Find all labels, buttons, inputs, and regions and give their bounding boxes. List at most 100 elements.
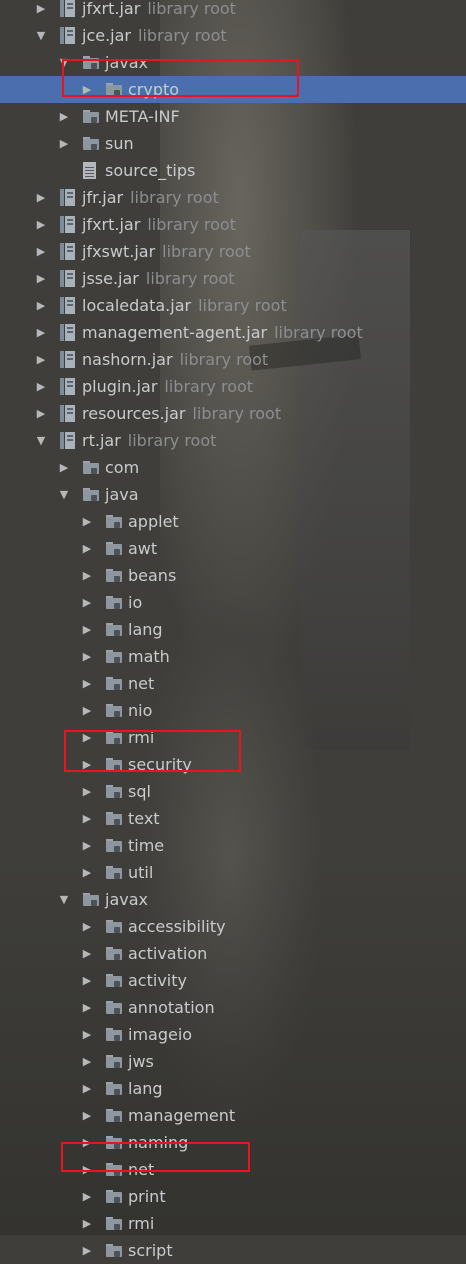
tree-row-jar-management-agent[interactable]: ▶ management-agent.jar library root [0,319,466,346]
node-name: applet [128,512,179,531]
expand-arrow-right-icon[interactable]: ▶ [35,373,47,400]
expand-arrow-right-icon[interactable]: ▶ [81,1021,93,1048]
package-folder-icon [83,460,100,475]
tree-row-file-source-tips[interactable]: source_tips [0,157,466,184]
expand-arrow-right-icon[interactable]: ▶ [35,238,47,265]
tree-row-pkg-activity[interactable]: ▶ activity [0,967,466,994]
expand-arrow-right-icon[interactable]: ▶ [81,697,93,724]
node-name: rmi [128,1214,155,1233]
expand-arrow-right-icon[interactable]: ▶ [81,1102,93,1129]
tree-row-jar-jsse[interactable]: ▶ jsse.jar library root [0,265,466,292]
library-root-suffix: library root [127,431,217,450]
expand-arrow-right-icon[interactable]: ▶ [35,292,47,319]
tree-row-label: print [128,1183,166,1210]
expand-arrow-right-icon[interactable]: ▶ [81,616,93,643]
tree-row-jar-jfxrt[interactable]: ▶ jfxrt.jar library root [0,211,466,238]
tree-row-pkg-net[interactable]: ▶ net [0,670,466,697]
tree-row-pkg-sql[interactable]: ▶ sql [0,778,466,805]
tree-row-pkg-imageio[interactable]: ▶ imageio [0,1021,466,1048]
expand-arrow-down-icon[interactable]: ▼ [58,481,70,508]
expand-arrow-right-icon[interactable]: ▶ [35,211,47,238]
tree-row-pkg-text[interactable]: ▶ text [0,805,466,832]
tree-row-pkg-util[interactable]: ▶ util [0,859,466,886]
expand-arrow-right-icon[interactable]: ▶ [81,508,93,535]
expand-arrow-right-icon[interactable]: ▶ [35,0,47,22]
tree-row-jar-jfxswt[interactable]: ▶ jfxswt.jar library root [0,238,466,265]
tree-row-label: util [128,859,153,886]
expand-arrow-right-icon[interactable]: ▶ [81,589,93,616]
tree-row-pkg-accessibility[interactable]: ▶ accessibility [0,913,466,940]
tree-row-pkg-javax-rmi[interactable]: ▶ rmi [0,1210,466,1237]
tree-row-pkg-io[interactable]: ▶ io [0,589,466,616]
expand-arrow-right-icon[interactable]: ▶ [35,400,47,427]
expand-arrow-right-icon[interactable]: ▶ [81,562,93,589]
jar-archive-icon [60,378,75,395]
tree-row-jar-rt[interactable]: ▼ rt.jar library root [0,427,466,454]
tree-row-pkg-annotation[interactable]: ▶ annotation [0,994,466,1021]
tree-row-pkg-print[interactable]: ▶ print [0,1183,466,1210]
expand-arrow-right-icon[interactable]: ▶ [58,103,70,130]
expand-arrow-right-icon[interactable]: ▶ [35,184,47,211]
expand-arrow-right-icon[interactable]: ▶ [81,778,93,805]
expand-arrow-right-icon[interactable]: ▶ [81,670,93,697]
expand-arrow-right-icon[interactable]: ▶ [58,130,70,157]
tree-row-pkg-javax-lang[interactable]: ▶ lang [0,1075,466,1102]
tree-row-pkg-nio[interactable]: ▶ nio [0,697,466,724]
expand-arrow-right-icon[interactable]: ▶ [81,1048,93,1075]
tree-row-label: math [128,643,170,670]
tree-row-pkg-com[interactable]: ▶ com [0,454,466,481]
tree-row-pkg-java[interactable]: ▼ java [0,481,466,508]
expand-arrow-right-icon[interactable]: ▶ [81,1210,93,1237]
tree-row-pkg-applet[interactable]: ▶ applet [0,508,466,535]
expand-arrow-right-icon[interactable]: ▶ [35,346,47,373]
tree-row-pkg-management[interactable]: ▶ management [0,1102,466,1129]
tree-row-pkg-time[interactable]: ▶ time [0,832,466,859]
expand-arrow-right-icon[interactable]: ▶ [58,454,70,481]
tree-row-pkg-sun[interactable]: ▶ sun [0,130,466,157]
tree-row-jar-resources[interactable]: ▶ resources.jar library root [0,400,466,427]
tree-row-pkg-awt[interactable]: ▶ awt [0,535,466,562]
expand-arrow-right-icon[interactable]: ▶ [81,967,93,994]
expand-arrow-right-icon[interactable]: ▶ [81,1075,93,1102]
tree-row-jar-jfr[interactable]: ▶ jfr.jar library root [0,184,466,211]
tree-row-jar-localedata[interactable]: ▶ localedata.jar library root [0,292,466,319]
tree-row-label: META-INF [105,103,180,130]
expand-arrow-right-icon[interactable]: ▶ [81,832,93,859]
project-tree: ▶ jfxrt.jar library root ▼ jce.jar library ro… [0,0,466,1264]
jar-archive-icon [60,297,75,314]
expand-arrow-right-icon[interactable]: ▶ [81,805,93,832]
expand-arrow-right-icon[interactable]: ▶ [81,1237,93,1264]
package-folder-icon [106,541,123,556]
tree-row-pkg-meta-inf[interactable]: ▶ META-INF [0,103,466,130]
tree-row-pkg-lang[interactable]: ▶ lang [0,616,466,643]
expand-arrow-right-icon[interactable]: ▶ [81,535,93,562]
tree-row-jar-rt-prev[interactable]: ▶ jfxrt.jar library root [0,0,466,22]
expand-arrow-down-icon[interactable]: ▼ [35,427,47,454]
expand-arrow-right-icon[interactable]: ▶ [81,859,93,886]
expand-arrow-right-icon[interactable]: ▶ [81,940,93,967]
expand-arrow-right-icon[interactable]: ▶ [35,265,47,292]
expand-arrow-down-icon[interactable]: ▼ [35,22,47,49]
expand-arrow-right-icon[interactable]: ▶ [81,643,93,670]
expand-arrow-down-icon[interactable]: ▼ [58,886,70,913]
tree-row-jar-plugin[interactable]: ▶ plugin.jar library root [0,373,466,400]
expand-arrow-right-icon[interactable]: ▶ [81,994,93,1021]
tree-row-pkg-activation[interactable]: ▶ activation [0,940,466,967]
tree-row-pkg-script[interactable]: ▶ script [0,1237,466,1264]
tree-row-pkg-math[interactable]: ▶ math [0,643,466,670]
tree-row-label: beans [128,562,176,589]
node-name: awt [128,539,158,558]
expand-arrow-right-icon[interactable]: ▶ [35,319,47,346]
tree-row-pkg-beans[interactable]: ▶ beans [0,562,466,589]
package-folder-icon [106,919,123,934]
tree-row-pkg-rt-javax[interactable]: ▼ javax [0,886,466,913]
tree-row-label: com [105,454,139,481]
expand-arrow-right-icon[interactable]: ▶ [81,913,93,940]
library-root-suffix: library root [192,404,282,423]
tree-row-label: sun [105,130,134,157]
tree-row-pkg-jws[interactable]: ▶ jws [0,1048,466,1075]
expand-arrow-right-icon[interactable]: ▶ [81,1183,93,1210]
tree-row-jar-nashorn[interactable]: ▶ nashorn.jar library root [0,346,466,373]
package-folder-icon [106,1027,123,1042]
tree-row-jar-jce[interactable]: ▼ jce.jar library root [0,22,466,49]
